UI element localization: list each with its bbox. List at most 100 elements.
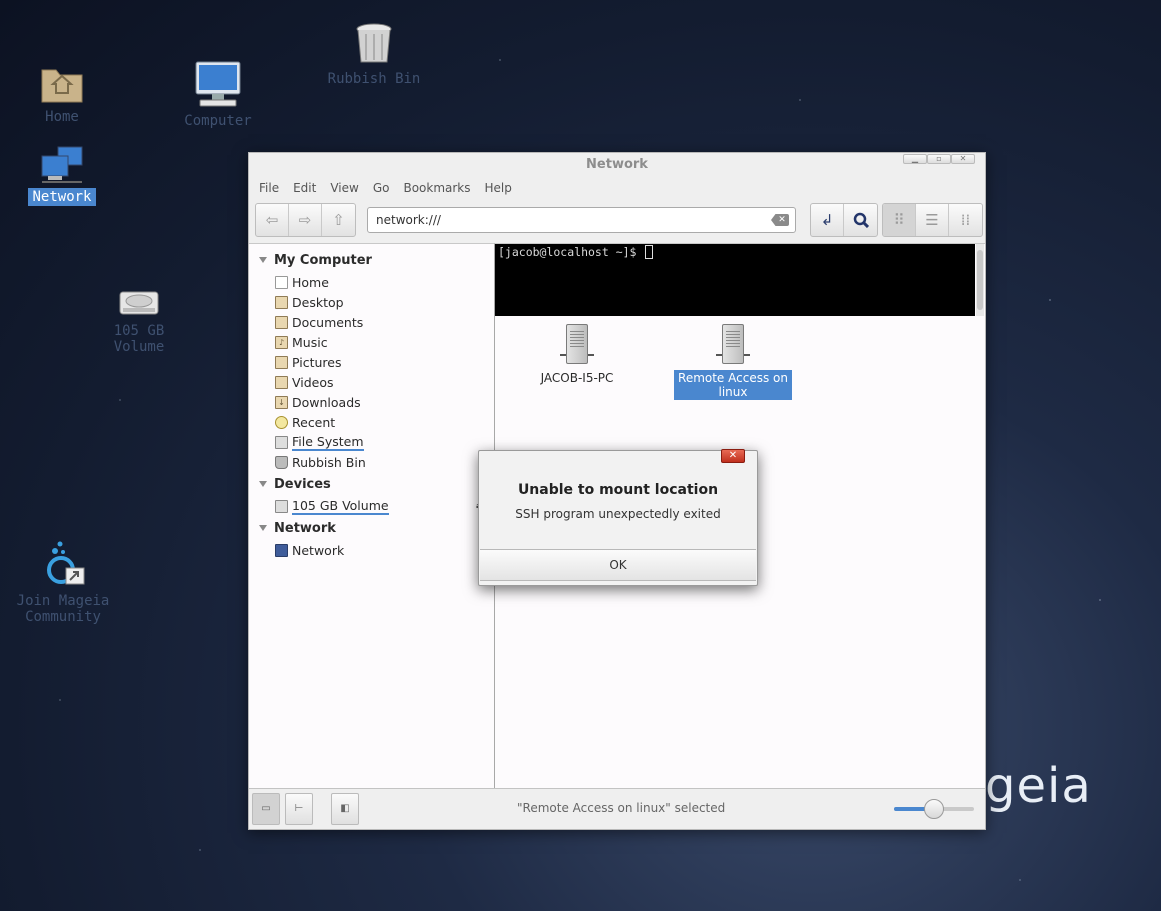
list-view-button[interactable]: ☰ (916, 204, 949, 236)
terminal-scrollbar[interactable] (976, 244, 984, 316)
expander-icon (259, 525, 267, 531)
recent-icon (275, 415, 288, 429)
desktop-icon-label: Home (45, 109, 79, 125)
trash-icon (356, 23, 392, 63)
search-icon (853, 212, 869, 228)
icon-view-button[interactable]: ⠿ (883, 204, 916, 236)
desktop-icon-network[interactable]: Network (7, 146, 117, 206)
hard-drive-icon (119, 291, 159, 315)
toggle-location-button[interactable]: ↲ (811, 204, 844, 236)
menu-edit[interactable]: Edit (286, 181, 323, 195)
desktop-icon-volume[interactable]: 105 GB Volume (84, 288, 194, 356)
file-system-icon (275, 435, 288, 449)
clear-location-icon[interactable]: ✕ (771, 214, 789, 226)
desktop-icon-computer[interactable]: Computer (163, 60, 273, 130)
file-item-remote-access[interactable]: Remote Access on linux (674, 324, 792, 400)
show-tree-button[interactable]: ⊢ (285, 793, 313, 825)
zoom-slider[interactable] (894, 799, 974, 819)
sidebar-item-desktop[interactable]: Desktop (249, 292, 494, 312)
action-buttons: ↲ (810, 203, 878, 237)
tree-icon: ⊢ (294, 803, 304, 814)
minimize-button[interactable]: ▁ (903, 154, 927, 164)
window-titlebar[interactable]: Network ▁ ▫ ✕ (249, 153, 985, 177)
back-button[interactable]: ⇦ (256, 204, 289, 236)
file-item-label: JACOB-I5-PC (540, 371, 614, 385)
sidebar-item-home[interactable]: Home (249, 272, 494, 292)
folder-icon: ▭ (261, 803, 271, 814)
error-dialog: ✕ Unable to mount location SSH program u… (478, 449, 758, 586)
slider-knob[interactable] (924, 799, 944, 819)
menu-help[interactable]: Help (478, 181, 519, 195)
compact-view-button[interactable]: ⁞⁞ (949, 204, 982, 236)
enter-location-icon: ↲ (820, 211, 834, 229)
menu-go[interactable]: Go (366, 181, 397, 195)
server-icon (560, 324, 594, 370)
sidebar-item-downloads[interactable]: ↓ Downloads (249, 392, 494, 412)
expander-icon (259, 257, 267, 263)
up-button[interactable]: ⇧ (322, 204, 355, 236)
sidebar-item-file-system[interactable]: File System (249, 432, 494, 452)
desktop-icon-rubbish-bin[interactable]: Rubbish Bin (319, 22, 429, 88)
embedded-terminal[interactable]: [jacob@localhost ~]$ (495, 244, 975, 316)
status-text: "Remote Access on linux" selected (517, 801, 726, 815)
navigation-buttons: ⇦ ⇨ ⇧ (255, 203, 356, 237)
sidebar-section-network[interactable]: Network (249, 516, 494, 540)
menu-bookmarks[interactable]: Bookmarks (396, 181, 477, 195)
show-places-button[interactable]: ▭ (252, 793, 280, 825)
home-folder-icon (41, 69, 83, 103)
sidebar-item-documents[interactable]: Documents (249, 312, 494, 332)
grid-icon: ⠿ (893, 211, 905, 229)
sidebar-item-videos[interactable]: Videos (249, 372, 494, 392)
sidebar-item-music[interactable]: ♪ Music (249, 332, 494, 352)
folder-icon (275, 295, 288, 309)
maximize-button[interactable]: ▫ (927, 154, 951, 164)
downloads-folder-icon: ↓ (275, 395, 288, 409)
sidebar-item-pictures[interactable]: Pictures (249, 352, 494, 372)
menu-view[interactable]: View (323, 181, 365, 195)
menu-bar: File Edit View Go Bookmarks Help (249, 177, 985, 199)
forward-button[interactable]: ⇨ (289, 204, 322, 236)
search-button[interactable] (844, 204, 877, 236)
music-folder-icon: ♪ (275, 335, 288, 349)
desktop-icon-join-community[interactable]: Join Mageia Community (8, 540, 118, 626)
close-window-button[interactable]: ✕ (951, 154, 975, 164)
window-buttons: ▁ ▫ ✕ (903, 154, 975, 164)
window-title: Network (586, 157, 648, 172)
terminal-cursor (645, 245, 654, 259)
ok-button[interactable]: OK (480, 549, 756, 581)
sidebar-item-volume[interactable]: 105 GB Volume⏏ (249, 496, 494, 516)
sidebar-item-recent[interactable]: Recent (249, 412, 494, 432)
brand-logo: geia (985, 758, 1092, 814)
scrollbar-thumb[interactable] (977, 250, 983, 310)
list-icon: ☰ (925, 211, 939, 229)
compact-icon: ⁞⁞ (960, 211, 971, 229)
back-arrow-icon: ⇦ (265, 211, 279, 229)
dialog-close-button[interactable]: ✕ (721, 449, 745, 463)
location-bar[interactable]: network:/// ✕ (367, 207, 796, 233)
sidebar-section-devices[interactable]: Devices (249, 472, 494, 496)
sidebar-toggle-icon: ◧ (340, 803, 350, 814)
server-icon (716, 324, 750, 370)
videos-folder-icon (275, 375, 288, 389)
sidebar-item-network[interactable]: Network (249, 540, 494, 560)
home-icon (275, 275, 288, 289)
expander-icon (259, 481, 267, 487)
drive-icon (275, 499, 288, 513)
forward-arrow-icon: ⇨ (298, 211, 312, 229)
mageia-community-icon (47, 541, 85, 585)
network-icon (275, 543, 288, 557)
trash-icon (275, 455, 288, 469)
sidebar-section-my-computer[interactable]: My Computer (249, 248, 494, 272)
sidebar-item-rubbish-bin[interactable]: Rubbish Bin (249, 452, 494, 472)
folder-icon (275, 315, 288, 329)
desktop-icon-label: Network (28, 188, 96, 206)
status-bar: ▭ ⊢ ◧ "Remote Access on linux" selected (249, 788, 985, 829)
file-item-label: Remote Access on linux (674, 370, 792, 400)
toolbar: ⇦ ⇨ ⇧ network:/// ✕ ↲ ⠿ ☰ ⁞⁞ (249, 199, 985, 243)
menu-file[interactable]: File (252, 181, 286, 195)
desktop-icon-label: Computer (184, 113, 252, 129)
file-item-jacob-pc[interactable]: JACOB-I5-PC (518, 324, 636, 386)
terminal-prompt: [jacob@localhost ~]$ (498, 245, 644, 259)
hide-sidebar-button[interactable]: ◧ (331, 793, 359, 825)
desktop-icon-home[interactable]: Home (7, 62, 117, 126)
